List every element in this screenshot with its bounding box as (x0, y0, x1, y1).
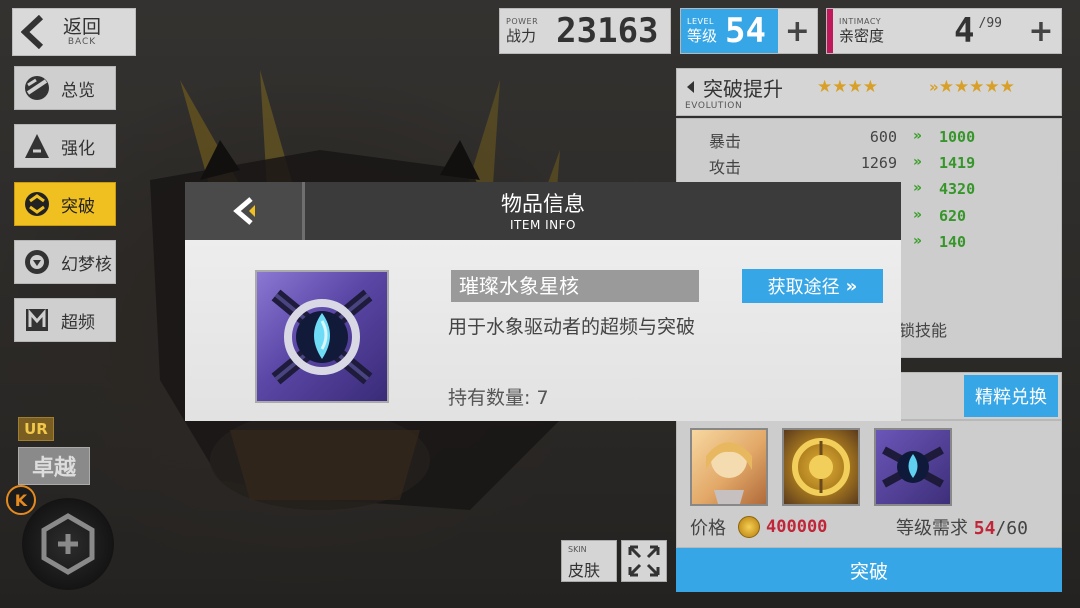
req-max: /60 (995, 518, 1028, 539)
skin-en-label: SKIN (568, 545, 587, 554)
back-button[interactable]: 返回 BACK (12, 8, 136, 56)
stat-next: 140 (939, 233, 967, 251)
sidebar-item-overview[interactable]: 总览 (14, 66, 116, 110)
modal-title: 物品信息 (501, 192, 585, 216)
req-label: 等级需求 (896, 518, 968, 539)
intimacy-max: /99 (978, 15, 1002, 31)
breakthrough-icon (19, 186, 55, 222)
k-badge-icon: K (6, 485, 36, 515)
obtain-label: 获取途径 (767, 277, 840, 298)
gold-core-icon (792, 438, 850, 496)
power-display: POWER 战力 23163 (499, 8, 671, 54)
evolve-button[interactable]: 突破 (676, 548, 1062, 592)
modal-subtitle: ITEM INFO (510, 218, 576, 232)
overclock-icon (19, 302, 55, 338)
hexagon-plus-icon (41, 513, 95, 575)
stat-arrow: » (913, 180, 923, 196)
current-stars: ★★★★ (817, 77, 878, 97)
item-image (255, 270, 389, 403)
stat-next: 1000 (939, 128, 976, 146)
sidebar-item-breakthrough[interactable]: 突破 (14, 182, 116, 226)
intimacy-add-button[interactable]: + (1021, 9, 1061, 53)
level-label: 等级 (687, 27, 718, 45)
skin-button[interactable]: SKIN 皮肤 (561, 540, 617, 582)
back-label: 返回 (63, 16, 102, 38)
req-current: 54 (973, 518, 996, 539)
rarity-name: 卓越 (18, 447, 90, 485)
dream-core-icon (19, 244, 55, 280)
power-value: 23163 (556, 11, 659, 51)
overview-icon (19, 70, 55, 106)
stat-row: 暴击 600 » 1000 (677, 125, 1063, 151)
evolution-header: 突破提升 EVOLUTION ★★★★ »★★★★★ (676, 68, 1062, 116)
stat-row: 攻击 1269 » 1419 (677, 151, 1063, 177)
material-slot[interactable] (874, 428, 952, 506)
material-slot[interactable] (782, 428, 860, 506)
fullscreen-button[interactable] (621, 540, 667, 582)
sidebar-item-label: 幻梦核 (61, 254, 112, 275)
item-info-modal-header: 物品信息 ITEM INFO (185, 182, 901, 240)
stat-arrow: » (913, 207, 923, 223)
price-label: 价格 (690, 518, 726, 539)
core-equip-button[interactable] (22, 498, 114, 590)
stat-next: 4320 (939, 180, 976, 198)
sidebar-item-label: 强化 (61, 138, 95, 159)
stat-name: 攻击 (709, 158, 742, 177)
unlock-skill-text: 锁技能 (899, 321, 948, 340)
sidebar-item-label: 总览 (61, 80, 95, 101)
price-row: 价格 400000 (690, 514, 827, 540)
intimacy-display: INTIMACY 亲密度 4 /99 + (826, 8, 1062, 54)
evolution-title: 突破提升 (703, 77, 783, 101)
expand-icon (628, 545, 660, 577)
stat-arrow: » (913, 128, 923, 144)
stat-name: 暴击 (709, 132, 742, 151)
rarity-badge: UR (18, 417, 54, 441)
intimacy-label: 亲密度 (839, 27, 885, 45)
level-en-label: LEVEL (687, 17, 714, 26)
obtain-source-button[interactable]: 获取途径 » (742, 269, 883, 303)
double-chevron-icon: » (845, 275, 858, 297)
stars-arrow: » (929, 78, 939, 96)
material-slot[interactable] (690, 428, 768, 506)
stat-arrow: » (913, 154, 923, 170)
intimacy-value: 4 (954, 11, 975, 51)
character-fragment-icon (706, 442, 752, 504)
back-arrow-icon (13, 10, 53, 54)
item-name: 璀璨水象星核 (451, 270, 699, 302)
stat-current: 1269 (860, 154, 897, 172)
power-label: 战力 (506, 27, 537, 45)
level-value: 54 (725, 11, 766, 51)
sidebar-item-overclock[interactable]: 超频 (14, 298, 116, 342)
price-value: 400000 (766, 517, 828, 537)
sidebar-item-dream-core[interactable]: 幻梦核 (14, 240, 116, 284)
enhance-icon (19, 128, 55, 164)
next-stars-value: ★★★★★ (938, 77, 1015, 97)
sidebar-item-enhance[interactable]: 强化 (14, 124, 116, 168)
sidebar-item-label: 突破 (61, 196, 95, 217)
stat-next: 1419 (939, 154, 976, 172)
essence-exchange-button[interactable]: 精粹兑换 (964, 375, 1058, 417)
item-description: 用于水象驱动者的超频与突破 (448, 316, 696, 338)
back-sublabel: BACK (67, 37, 97, 47)
item-quantity: 持有数量: 7 (448, 387, 549, 409)
evolution-en-label: EVOLUTION (685, 101, 743, 111)
stat-arrow: » (913, 233, 923, 249)
stat-next: 620 (939, 207, 967, 225)
collapse-arrow-icon (685, 79, 695, 98)
coin-icon (738, 516, 760, 538)
level-requirement: 等级需求 54/60 (896, 514, 1028, 540)
level-display: LEVEL 等级 54 + (680, 8, 818, 54)
intimacy-en-label: INTIMACY (839, 17, 882, 26)
next-stars: »★★★★★ (929, 77, 1015, 97)
stat-current: 600 (869, 128, 897, 146)
water-star-core-icon (271, 289, 373, 384)
sidebar-item-label: 超频 (61, 312, 95, 333)
water-star-core-icon (882, 446, 944, 488)
power-en-label: POWER (506, 17, 539, 26)
skin-label: 皮肤 (568, 561, 601, 580)
level-up-button[interactable]: + (778, 9, 817, 53)
